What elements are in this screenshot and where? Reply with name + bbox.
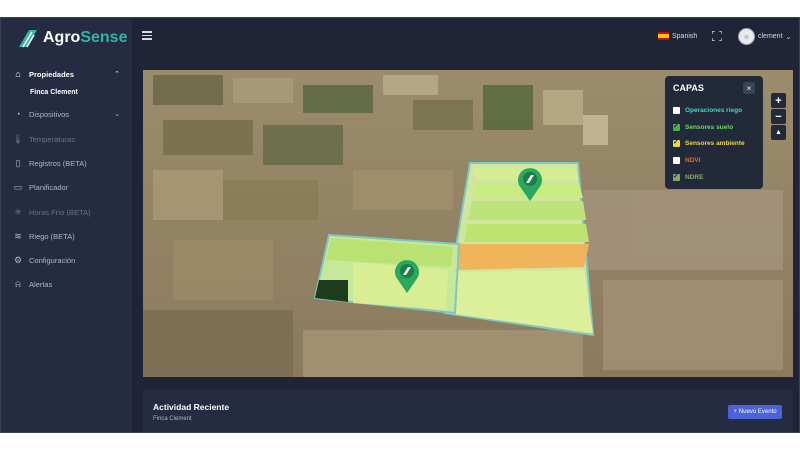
- close-icon[interactable]: ×: [743, 82, 755, 94]
- sidebar-item-planificador[interactable]: ▭ Planificador: [1, 176, 132, 198]
- home-icon: ⌂: [15, 69, 21, 79]
- app-window: AgroSense ⌂ Propiedades ⌃ Finca Clement …: [0, 17, 800, 433]
- sidebar-item-label: Horas Frío (BETA): [29, 207, 91, 217]
- section-subtitle: Finca Clement: [153, 416, 192, 422]
- compass-icon[interactable]: ▲: [771, 125, 786, 140]
- sidebar-item-label: Alertas: [29, 279, 53, 289]
- brand-logo[interactable]: AgroSense: [17, 27, 127, 49]
- menu-toggle-icon[interactable]: [142, 31, 152, 41]
- checkbox[interactable]: [673, 107, 680, 114]
- layer-label: NDRE: [685, 174, 704, 181]
- layer-operaciones-riego[interactable]: Operaciones riego: [673, 107, 742, 114]
- layers-title: CAPAS: [673, 83, 704, 93]
- layer-sensores-ambiente[interactable]: Sensores ambiente: [673, 138, 745, 147]
- layer-sensores-suelo[interactable]: Sensores suelo: [673, 122, 734, 131]
- checkbox[interactable]: [673, 138, 680, 147]
- fullscreen-icon[interactable]: [712, 31, 722, 41]
- layer-label: Sensores ambiente: [685, 140, 745, 147]
- sidebar-item-temperaturas[interactable]: 🌡︎ Temperaturas: [1, 128, 132, 150]
- spain-flag-icon: [658, 32, 669, 40]
- book-icon: ▯: [15, 157, 21, 168]
- section-title: Actividad Reciente: [153, 402, 230, 412]
- sidebar-item-configuracion[interactable]: ⚙ Configuración: [1, 249, 132, 271]
- calendar-icon: ▭: [13, 181, 23, 192]
- sidebar-subitem-finca-clement[interactable]: Finca Clement: [30, 89, 78, 96]
- layer-label: Operaciones riego: [685, 107, 743, 114]
- sensor-pin-icon[interactable]: [394, 258, 420, 294]
- checkbox[interactable]: [673, 122, 680, 131]
- layer-label: Sensores suelo: [685, 124, 734, 131]
- plus-icon: +: [733, 409, 737, 415]
- irrigation-icon: ≋: [14, 230, 22, 241]
- avatar: ◎: [738, 28, 755, 45]
- sidebar-item-horas-frio[interactable]: ✳ Horas Frío (BETA): [1, 201, 132, 223]
- chevron-up-icon: ⌃: [114, 71, 120, 78]
- language-label: Spanish: [672, 32, 698, 40]
- chevron-down-icon: ⌄: [114, 111, 120, 118]
- user-name: clement: [758, 33, 783, 40]
- gear-icon: ⚙: [13, 254, 23, 265]
- sidebar-item-label: Planificador: [29, 182, 69, 192]
- devices-icon: ◔: [15, 109, 21, 119]
- sidebar: AgroSense ⌂ Propiedades ⌃ Finca Clement …: [1, 18, 132, 432]
- sidebar-item-propiedades[interactable]: ⌂ Propiedades ⌃: [1, 63, 132, 85]
- layers-panel: CAPAS × Operaciones riego Sensores suelo…: [665, 76, 763, 189]
- sidebar-item-label: Riego (BETA): [29, 231, 75, 241]
- bell-icon: ⍾: [15, 278, 21, 289]
- sidebar-item-label: Temperaturas: [29, 134, 75, 144]
- sidebar-item-label: Configuración: [29, 255, 76, 265]
- checkbox[interactable]: [673, 172, 680, 181]
- sidebar-item-dispositivos[interactable]: ◔ Dispositivos ⌄: [1, 103, 132, 125]
- sidebar-item-label: Propiedades: [29, 69, 75, 79]
- new-event-button[interactable]: + Nuevo Evento: [728, 405, 782, 419]
- sidebar-item-alertas[interactable]: ⍾ Alertas: [1, 273, 132, 295]
- chevron-down-icon: ⌄: [785, 33, 792, 41]
- brand-name: AgroSense: [43, 29, 128, 46]
- thermometer-icon: 🌡︎: [12, 133, 24, 144]
- agrosense-logo-icon: [19, 30, 37, 48]
- new-event-label: Nuevo Evento: [738, 409, 777, 415]
- layer-ndre[interactable]: NDRE: [673, 172, 704, 181]
- user-menu[interactable]: ◎ clement ⌄: [738, 28, 791, 45]
- topbar: Spanish ◎ clement ⌄: [132, 18, 799, 58]
- language-selector[interactable]: Spanish: [658, 32, 697, 40]
- layer-ndvi[interactable]: NDVI: [673, 157, 701, 164]
- sidebar-item-label: Dispositivos: [29, 109, 70, 119]
- recent-activity-card: Actividad Reciente Finca Clement + Nuevo…: [143, 389, 793, 432]
- layer-label: NDVI: [685, 157, 701, 164]
- sensor-pin-icon[interactable]: [517, 166, 543, 202]
- zoom-out-button[interactable]: −: [771, 109, 786, 124]
- zoom-in-button[interactable]: +: [771, 93, 786, 108]
- satellite-map[interactable]: CAPAS × Operaciones riego Sensores suelo…: [143, 70, 793, 377]
- snowflake-icon: ✳: [14, 206, 22, 217]
- checkbox[interactable]: [673, 157, 680, 164]
- sidebar-item-registros[interactable]: ▯ Registros (BETA): [1, 152, 132, 174]
- sidebar-item-label: Registros (BETA): [29, 158, 87, 168]
- sidebar-item-riego[interactable]: ≋ Riego (BETA): [1, 225, 132, 247]
